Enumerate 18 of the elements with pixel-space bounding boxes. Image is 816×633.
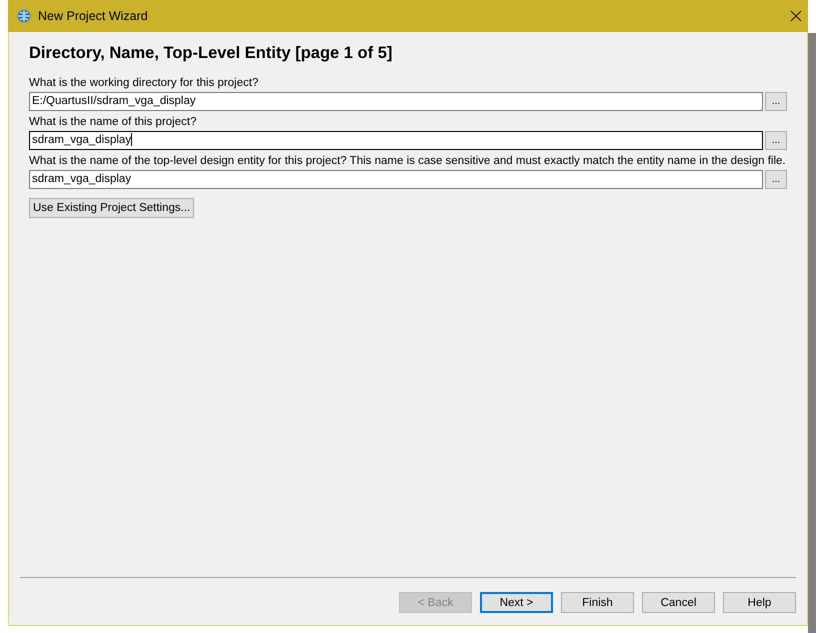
field-label: What is the working directory for this project? [29,76,260,91]
wizard-button[interactable]: Next > [480,592,553,613]
existing-settings-button[interactable]: Use Existing Project Settings... [29,198,194,218]
input-field[interactable]: sdram_vga_display [29,170,763,189]
wizard-button[interactable]: Finish [561,592,634,613]
browse-button[interactable]: ... [765,170,787,189]
browse-button[interactable]: ... [765,131,787,150]
input-field[interactable]: E:/QuartusII/sdram_vga_display [29,92,763,111]
wizard-button[interactable]: Help [723,592,796,613]
browse-button[interactable]: ... [765,92,787,111]
field-label: What is the name of this project? [29,115,198,130]
page-heading: Directory, Name, Top-Level Entity [page 1 of 5] [29,43,394,64]
globe-icon [17,9,31,23]
input-field[interactable]: sdram_vga_display [29,131,763,150]
window-title: New Project Wizard [38,9,149,23]
field-label: What is the name of the top-level design entity for this project? This name is case sensitive and must exactly match the entity name in the design file. [29,154,787,169]
close-icon[interactable] [790,10,802,22]
wizard-button[interactable]: Cancel [642,592,715,613]
